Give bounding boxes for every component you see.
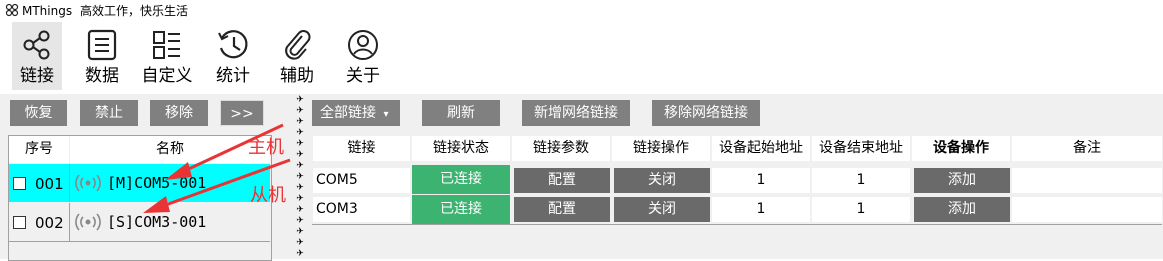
slave-annotation: 从机 [250,185,286,206]
master-annotation: 主机 [248,137,284,158]
annotation-arrows [143,123,291,213]
